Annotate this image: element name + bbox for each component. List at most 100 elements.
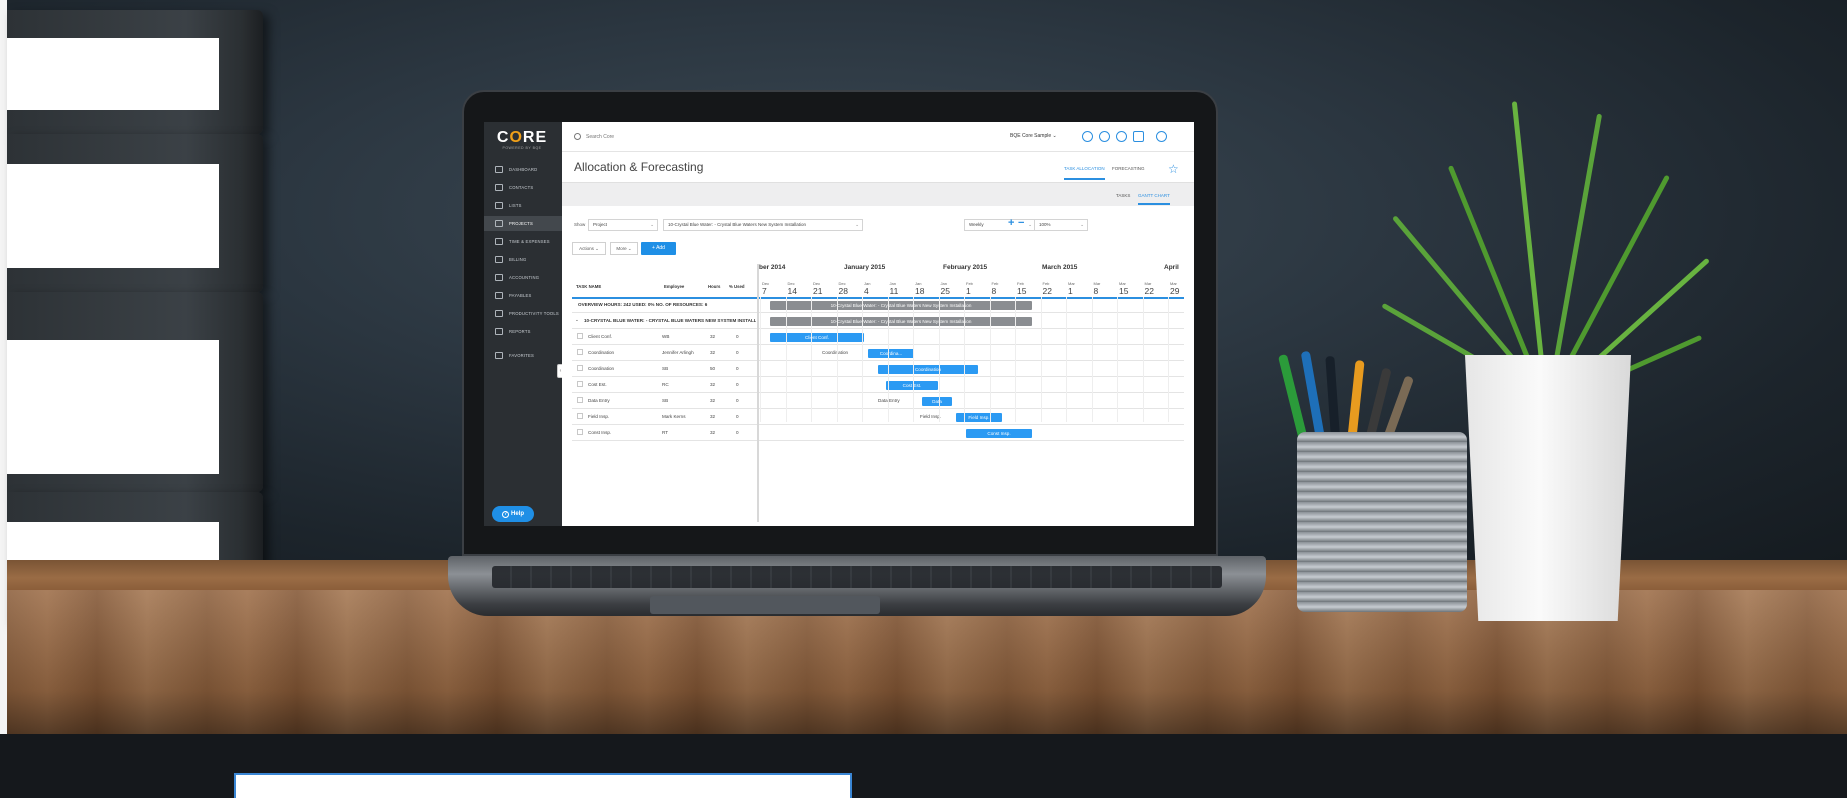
page-header: Allocation & Forecasting TASK ALLOCATION… — [562, 152, 1194, 182]
gantt-bar-cost-est[interactable]: Cost Est. — [886, 381, 938, 390]
week-day-label: 15 — [1017, 286, 1027, 296]
gantt-grid: TASK NAME Employee Hours % Used ber 2014… — [572, 264, 1184, 524]
sidebar-item-contacts[interactable]: CONTACTS — [484, 180, 562, 195]
week-day-label: 28 — [838, 286, 848, 296]
overview-summary: OVERVIEW HOURS: 242 USED: 0% NO. OF RESO… — [578, 302, 708, 307]
row-checkbox[interactable] — [577, 381, 583, 387]
core-logo: CORE — [496, 129, 548, 146]
type-select[interactable]: Project ⌄ — [588, 219, 658, 231]
sidebar-item-payables[interactable]: PAYABLES — [484, 288, 562, 303]
zoom-select[interactable]: 100% ⌄ — [1034, 219, 1088, 231]
column-header-employee[interactable]: Employee — [664, 284, 684, 289]
percent-used: 0 — [736, 398, 739, 403]
row-checkbox[interactable] — [577, 349, 583, 355]
hours: 32 — [710, 430, 716, 435]
tab-task-allocation[interactable]: TASK ALLOCATION — [1064, 166, 1105, 180]
week-day-label: 1 — [1068, 286, 1073, 296]
gantt-bar-client-conf[interactable]: Client Conf. — [770, 333, 864, 342]
expand-toggle[interactable]: ⌄ — [575, 317, 579, 323]
search-input[interactable] — [586, 132, 786, 142]
week-day-label: 22 — [1144, 286, 1154, 296]
sidebar-item-accounting[interactable]: ACCOUNTING — [484, 270, 562, 285]
sidebar-item-billing[interactable]: BILLING — [484, 252, 562, 267]
week-day-label: 25 — [940, 286, 950, 296]
pane-splitter[interactable] — [757, 264, 759, 522]
actions-button[interactable]: Actions ⌄ — [572, 242, 606, 255]
app-window: CORE POWERED BY BQE DASHBOARD CONTACTS L… — [484, 122, 1194, 526]
week-gridline — [1015, 297, 1016, 422]
show-label: Show — [574, 222, 586, 227]
clock-icon — [495, 238, 503, 245]
percent-used: 0 — [736, 350, 739, 355]
employee: SB — [662, 398, 669, 403]
bottom-input-box[interactable] — [234, 773, 852, 798]
page-title: Allocation & Forecasting — [574, 160, 704, 174]
plant-pot — [1465, 355, 1631, 621]
sidebar-item-favorites[interactable]: FAVORITES — [484, 348, 562, 363]
sidebar-item-projects[interactable]: PROJECTS — [484, 216, 562, 231]
employee: Jennifer Arlingh — [662, 350, 694, 355]
row-checkbox[interactable] — [577, 397, 583, 403]
task-name: Const Insp. — [588, 430, 612, 435]
sidebar-item-time-expenses[interactable]: TIME & EXPENSES — [484, 234, 562, 249]
add-button[interactable]: + Add — [641, 242, 676, 255]
help-button[interactable]: ? Help — [492, 506, 534, 522]
percent-used: 0 — [736, 382, 739, 387]
week-gridline — [811, 297, 812, 422]
tab-gantt-chart[interactable]: GANTT CHART — [1138, 193, 1170, 205]
column-header-task-name[interactable]: TASK NAME — [576, 284, 601, 289]
row-checkbox[interactable] — [577, 333, 583, 339]
accounting-icon — [495, 274, 503, 281]
row-checkbox[interactable] — [577, 365, 583, 371]
help-circle-icon[interactable] — [1156, 131, 1167, 142]
gantt-bar-project[interactable]: 10-Crystal Blue Water: - Crystal Blue Wa… — [770, 317, 1032, 326]
chevron-down-icon: ⌄ — [650, 222, 654, 227]
row-checkbox[interactable] — [577, 429, 583, 435]
company-selector[interactable]: BQE Core Sample ⌄ — [1010, 133, 1057, 139]
period-select[interactable]: Weekly ⌄ — [964, 219, 1036, 231]
bell-icon[interactable] — [1116, 131, 1127, 142]
tab-tasks[interactable]: TASKS — [1116, 193, 1130, 198]
more-button[interactable]: More ⌄ — [610, 242, 638, 255]
task-name: Data Entry — [588, 398, 610, 403]
employee: RC — [662, 382, 669, 387]
task-name: Client Conf. — [588, 334, 613, 339]
timeline-month: ber 2014 — [759, 264, 786, 271]
gantt-label-coordination: Coordination — [822, 350, 849, 355]
zoom-out-button[interactable]: − — [1018, 218, 1024, 229]
week-day-label: 7 — [762, 286, 767, 296]
week-day-label: 1 — [966, 286, 971, 296]
week-gridline — [1168, 297, 1169, 422]
week-day-label: 8 — [991, 286, 997, 296]
timer-icon[interactable] — [1082, 131, 1093, 142]
tab-forecasting[interactable]: FORECASTING — [1112, 166, 1145, 171]
hours: 32 — [710, 334, 716, 339]
column-header-used[interactable]: % Used — [729, 284, 745, 289]
gantt-bar-coordination-2[interactable]: Coordination — [878, 365, 978, 374]
sidebar-item-dashboard[interactable]: DASHBOARD — [484, 162, 562, 177]
calendar-icon[interactable] — [1133, 131, 1144, 142]
week-day-label: 29 — [1170, 286, 1180, 296]
gantt-bar-coordination-1[interactable]: Coordina... — [868, 349, 914, 358]
column-header-hours[interactable]: Hours — [708, 284, 720, 289]
employee: Mark Kerns — [662, 414, 686, 419]
week-day-label: 21 — [813, 286, 823, 296]
sidebar-item-lists[interactable]: LISTS — [484, 198, 562, 213]
gantt-bar-const-insp[interactable]: Const Insp. — [966, 429, 1032, 438]
hours: 50 — [710, 366, 716, 371]
gantt-bar-field-insp[interactable]: Field Insp. — [956, 413, 1002, 422]
question-icon: ? — [501, 510, 509, 518]
week-day-label: 14 — [787, 286, 797, 296]
zoom-in-button[interactable]: + — [1008, 218, 1014, 229]
chat-icon[interactable] — [1099, 131, 1110, 142]
left-edge-strip — [0, 0, 7, 798]
sidebar-item-productivity-tools[interactable]: PRODUCTIVITY TOOLS — [484, 306, 562, 321]
week-day-label: 8 — [1093, 286, 1099, 296]
sidebar-item-reports[interactable]: REPORTS — [484, 324, 562, 339]
gantt-bar-data-entry[interactable]: Data — [922, 397, 952, 406]
week-gridline — [1117, 297, 1118, 422]
favorite-star-icon[interactable]: ☆ — [1168, 163, 1179, 175]
row-checkbox[interactable] — [577, 413, 583, 419]
gantt-bar-overview[interactable]: 10-Crystal Blue Water: - Crystal Blue Wa… — [770, 301, 1032, 310]
project-select[interactable]: 10-Crystal Blue Water: - Crystal Blue Wa… — [663, 219, 863, 231]
